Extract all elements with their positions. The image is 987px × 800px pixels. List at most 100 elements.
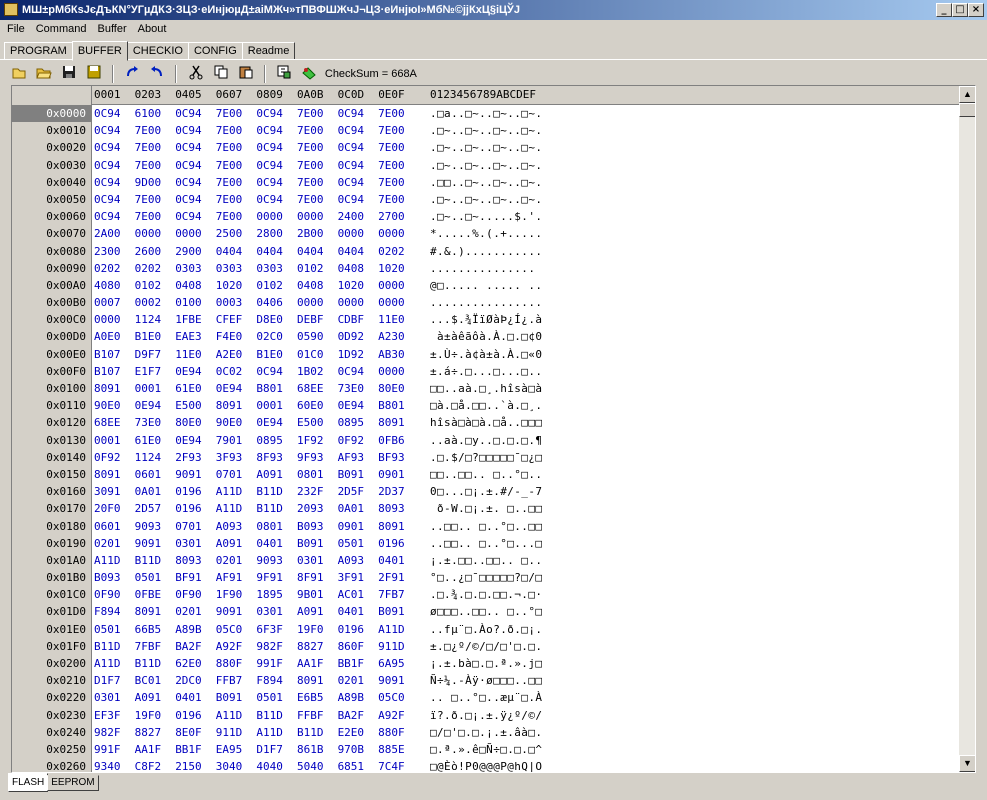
hex-cell[interactable]: 8091 (378, 518, 419, 535)
hex-cell[interactable]: 0408 (175, 277, 216, 294)
hex-cell[interactable]: 0C94 (338, 157, 379, 174)
hex-cell[interactable]: A091 (297, 603, 338, 620)
hex-cell[interactable]: 0000 (378, 363, 419, 380)
ascii-values[interactable]: □.ª.».ê□Ñ÷□.□.□^ (430, 741, 542, 758)
hex-cell[interactable]: 0901 (338, 518, 379, 535)
hex-cell[interactable]: 0196 (175, 500, 216, 517)
menu-file[interactable]: File (3, 20, 29, 38)
hex-cell[interactable]: 7E00 (216, 157, 257, 174)
cut-icon[interactable] (185, 64, 207, 84)
hex-cell[interactable]: A89B (175, 621, 216, 638)
hex-cell[interactable]: 9091 (378, 672, 419, 689)
hex-cell[interactable]: 7E00 (135, 139, 176, 156)
hex-cell[interactable]: 0001 (135, 380, 176, 397)
ascii-values[interactable]: hîsà□à□à.□å..□□□ (430, 414, 542, 431)
hex-cell[interactable]: 8093 (378, 500, 419, 517)
hex-cell[interactable]: 0000 (378, 225, 419, 242)
scroll-down-arrow-icon[interactable]: ▼ (959, 755, 975, 772)
hex-cell[interactable]: B091 (216, 689, 257, 706)
hex-cell[interactable]: BC01 (135, 672, 176, 689)
hex-cell[interactable]: 8F93 (256, 449, 297, 466)
hex-cell[interactable]: 0102 (297, 260, 338, 277)
hex-cell[interactable]: 19F0 (297, 621, 338, 638)
ascii-values[interactable]: ................ (430, 294, 542, 311)
hex-cell[interactable]: 0301 (175, 535, 216, 552)
hex-cell[interactable]: 0202 (378, 243, 419, 260)
tab-buffer[interactable]: BUFFER (71, 41, 128, 61)
hex-cell[interactable]: 0401 (378, 552, 419, 569)
hex-cell[interactable]: 5040 (297, 758, 338, 772)
hex-cell[interactable]: 2500 (216, 225, 257, 242)
hex-cell[interactable]: 0601 (135, 466, 176, 483)
hex-cell[interactable]: 01C0 (297, 346, 338, 363)
hex-cell[interactable]: 7E00 (297, 122, 338, 139)
hex-cell[interactable]: 232F (297, 483, 338, 500)
hex-cell[interactable]: 7E00 (378, 122, 419, 139)
hex-cell[interactable]: 3F93 (216, 449, 257, 466)
hex-cell[interactable]: 0C94 (256, 157, 297, 174)
hex-cell[interactable]: 0C94 (175, 208, 216, 225)
hex-cell[interactable]: 0202 (135, 260, 176, 277)
hex-cell[interactable]: 0408 (297, 277, 338, 294)
hex-cell[interactable]: 8091 (94, 466, 135, 483)
menu-command[interactable]: Command (32, 20, 91, 38)
hex-cell[interactable]: 7FBF (135, 638, 176, 655)
hex-buffer-grid[interactable]: 0001 0203 0405 0607 0809 0A0B 0C0D 0E0F … (11, 85, 976, 773)
hex-cell[interactable]: 7E00 (135, 208, 176, 225)
hex-cell[interactable]: 0301 (297, 552, 338, 569)
hex-cell[interactable]: 9091 (135, 535, 176, 552)
hex-cell[interactable]: 2B00 (297, 225, 338, 242)
hex-cell[interactable]: 9F91 (256, 569, 297, 586)
hex-cell[interactable]: 7E00 (216, 174, 257, 191)
hex-cell[interactable]: 0301 (94, 689, 135, 706)
hex-cell[interactable]: B801 (378, 397, 419, 414)
ascii-values[interactable]: ±.Ù÷.à¢à±à.À.□«0 (430, 346, 542, 363)
hex-cell[interactable]: 0E94 (338, 397, 379, 414)
hex-cell[interactable]: 0C94 (338, 174, 379, 191)
hex-cell[interactable]: 0D92 (338, 328, 379, 345)
hex-cell[interactable]: A89B (338, 689, 379, 706)
hex-cell[interactable]: BA2F (175, 638, 216, 655)
save-as-icon[interactable] (83, 64, 105, 84)
hex-cell[interactable]: 0408 (338, 260, 379, 277)
hex-cell[interactable]: 7E00 (216, 122, 257, 139)
hex-cell[interactable]: 0C94 (256, 139, 297, 156)
hex-cell[interactable]: 60E0 (297, 397, 338, 414)
hex-cell[interactable]: 0E94 (256, 414, 297, 431)
hex-cell[interactable]: 0701 (216, 466, 257, 483)
ascii-values[interactable]: ..aà.□y..□.□.□.¶ (430, 432, 542, 449)
hex-cell[interactable]: AF93 (338, 449, 379, 466)
scroll-thumb[interactable] (959, 103, 975, 117)
hex-cell[interactable]: A92F (378, 707, 419, 724)
hex-cell[interactable]: 0000 (175, 225, 216, 242)
hex-cell[interactable]: 8091 (94, 380, 135, 397)
hex-cell[interactable]: 61E0 (135, 432, 176, 449)
hex-cell[interactable]: D9F7 (135, 346, 176, 363)
hex-cell[interactable]: 0C94 (256, 105, 297, 122)
hex-cell[interactable]: 8091 (135, 603, 176, 620)
hex-cell[interactable]: 0F92 (338, 432, 379, 449)
hex-cell[interactable]: 0404 (256, 243, 297, 260)
hex-cell[interactable]: A230 (378, 328, 419, 345)
hex-cell[interactable]: 2A00 (94, 225, 135, 242)
hex-cell[interactable]: 1020 (338, 277, 379, 294)
hex-cell[interactable]: 7E00 (378, 105, 419, 122)
tab-flash[interactable]: FLASH (8, 773, 49, 792)
hex-cell[interactable]: 73E0 (338, 380, 379, 397)
hex-cell[interactable]: 1124 (135, 449, 176, 466)
ascii-values[interactable]: ø□□□..□□.. □..°□ (430, 603, 542, 620)
close-button[interactable]: × (968, 3, 984, 17)
ascii-values[interactable]: *.....%.(.+..... (430, 225, 542, 242)
hex-cell[interactable]: 0590 (297, 328, 338, 345)
hex-cell[interactable]: 62E0 (175, 655, 216, 672)
hex-cell[interactable]: 991F (256, 655, 297, 672)
hex-cell[interactable]: B091 (297, 535, 338, 552)
hex-cell[interactable]: EAE3 (175, 328, 216, 345)
hex-cell[interactable]: 0C94 (256, 363, 297, 380)
paste-icon[interactable] (235, 64, 257, 84)
hex-cell[interactable]: 9093 (256, 552, 297, 569)
hex-cell[interactable]: AC01 (338, 586, 379, 603)
hex-cell[interactable]: 0000 (297, 294, 338, 311)
hex-cell[interactable]: 7E00 (216, 139, 257, 156)
hex-cell[interactable]: 0895 (338, 414, 379, 431)
